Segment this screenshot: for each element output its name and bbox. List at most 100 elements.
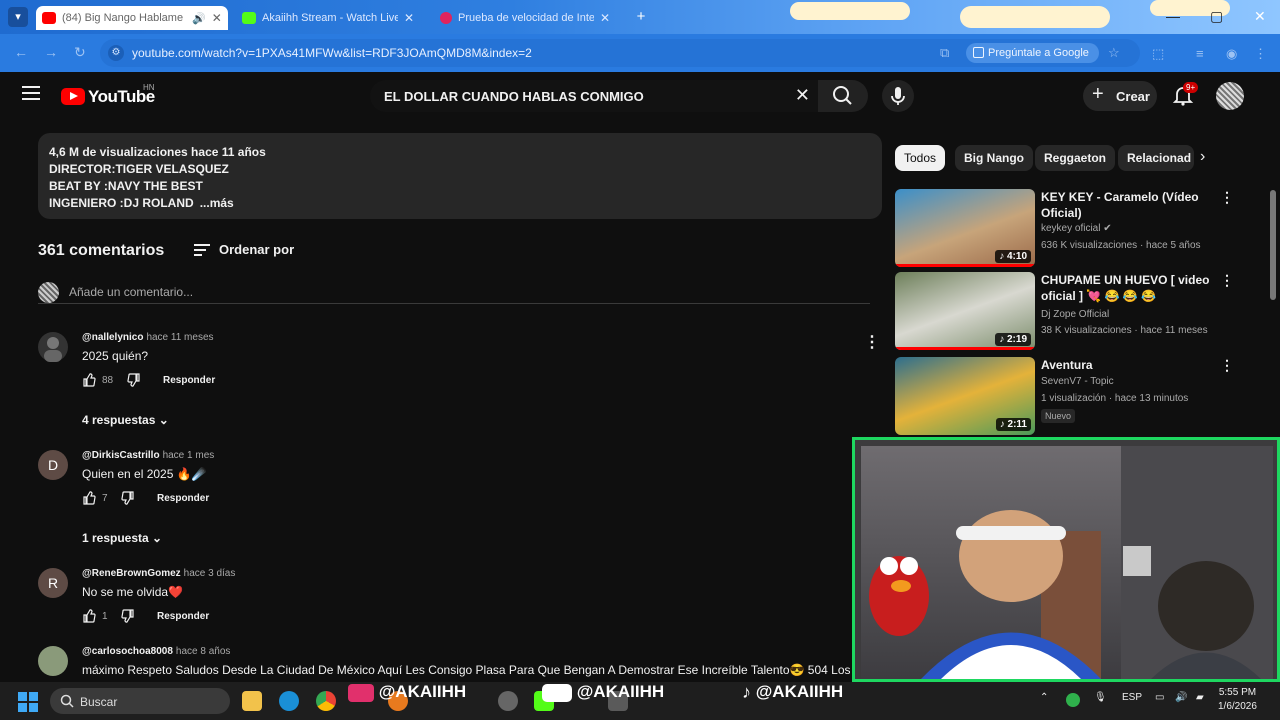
tab-speedtest[interactable]: Prueba de velocidad de Interne ✕ bbox=[434, 6, 626, 30]
chevron-right-icon[interactable]: › bbox=[1200, 148, 1205, 166]
youtube-logo-icon[interactable] bbox=[61, 88, 85, 105]
edge-icon[interactable] bbox=[279, 691, 299, 711]
tab-list-button[interactable]: ▾ bbox=[8, 7, 28, 27]
close-window-icon[interactable]: ✕ bbox=[1254, 8, 1266, 25]
ask-google-button[interactable]: Pregúntale a Google bbox=[966, 43, 1099, 63]
chip-reggaeton[interactable]: Reggaeton bbox=[1035, 145, 1116, 171]
reply-button[interactable]: Responder bbox=[157, 493, 209, 504]
site-info-icon[interactable]: ⚙ bbox=[108, 45, 124, 61]
comment-time[interactable]: hace 11 meses bbox=[146, 332, 213, 343]
video-thumbnail[interactable]: ♪ 2:19 bbox=[895, 272, 1035, 350]
watch-progress-bar bbox=[895, 347, 1035, 350]
video-thumbnail[interactable]: ♪ 2:11 bbox=[895, 357, 1035, 435]
channel-name[interactable]: keykey oficial ✔ bbox=[1041, 223, 1112, 234]
view-replies-button[interactable]: 4 respuestas ⌄ bbox=[82, 413, 169, 427]
microphone-icon[interactable]: 🎙 bbox=[1094, 692, 1107, 703]
dislike-icon[interactable] bbox=[127, 373, 141, 387]
comment-time[interactable]: hace 3 días bbox=[184, 568, 236, 579]
new-tab-button[interactable]: + bbox=[632, 8, 650, 26]
tray-app-icon[interactable] bbox=[1066, 693, 1080, 707]
comment-avatar[interactable] bbox=[38, 332, 68, 362]
account-avatar[interactable] bbox=[1216, 82, 1244, 110]
comment-more-icon[interactable]: ⋮ bbox=[864, 332, 880, 352]
comment-author[interactable]: @DirkisCastrillo bbox=[82, 450, 160, 461]
video-thumbnail[interactable]: ♪ 4:10 bbox=[895, 189, 1035, 267]
url-input[interactable]: ⚙ youtube.com/watch?v=1PXAs41MFWw&list=R… bbox=[100, 39, 1140, 67]
chip-big-nango[interactable]: Big Nango bbox=[955, 145, 1033, 171]
chip-todos[interactable]: Todos bbox=[895, 145, 946, 171]
recommendation-item[interactable]: ♪ 4:10 KEY KEY - Caramelo (Vídeo Oficial… bbox=[895, 189, 1234, 269]
language-indicator[interactable]: ESP bbox=[1122, 692, 1142, 703]
taskbar-search[interactable]: Buscar bbox=[50, 688, 230, 714]
tiktok-icon: ♪ bbox=[742, 682, 751, 703]
chip-relacionados[interactable]: Relacionad bbox=[1118, 145, 1194, 171]
recommendation-item[interactable]: ♪ 2:11 Aventura SevenV7 - Topic 1 visual… bbox=[895, 357, 1234, 437]
profile-icon[interactable]: ◉ bbox=[1226, 46, 1237, 62]
recommendation-item[interactable]: ♪ 2:19 CHUPAME UN HUEVO [ video oficial … bbox=[895, 272, 1234, 352]
comment-time[interactable]: hace 8 años bbox=[176, 646, 231, 657]
bookmark-star-icon[interactable]: ☆ bbox=[1108, 45, 1120, 61]
volume-icon[interactable]: 🔊 bbox=[1175, 692, 1187, 703]
video-more-icon[interactable]: ⋮ bbox=[1220, 272, 1234, 289]
video-title[interactable]: Aventura bbox=[1041, 357, 1211, 373]
add-comment-input[interactable]: Añade un comentario... bbox=[38, 282, 870, 304]
reading-list-icon[interactable]: ≡ bbox=[1196, 46, 1204, 61]
comment-avatar[interactable]: R bbox=[38, 568, 68, 598]
obs-icon[interactable] bbox=[498, 691, 518, 711]
install-icon[interactable]: ⧉ bbox=[940, 45, 949, 61]
webcam-scene bbox=[869, 446, 1273, 679]
minimize-icon[interactable]: — bbox=[1166, 8, 1180, 24]
show-more-link[interactable]: ...más bbox=[200, 196, 234, 210]
reply-button[interactable]: Responder bbox=[157, 611, 209, 622]
video-more-icon[interactable]: ⋮ bbox=[1220, 357, 1234, 374]
comment-author[interactable]: @ReneBrownGomez bbox=[82, 568, 181, 579]
comment-author[interactable]: @carlosochoa8008 bbox=[82, 646, 173, 657]
dislike-icon[interactable] bbox=[121, 491, 135, 505]
page-scrollbar[interactable] bbox=[1270, 190, 1276, 300]
search-button[interactable] bbox=[818, 80, 868, 112]
video-description[interactable]: 4,6 M de visualizaciones hace 11 años DI… bbox=[38, 133, 882, 219]
reply-button[interactable]: Responder bbox=[163, 375, 215, 386]
comment-avatar[interactable] bbox=[38, 646, 68, 676]
extensions-icon[interactable]: ⬚ bbox=[1152, 46, 1164, 62]
file-explorer-icon[interactable] bbox=[242, 691, 262, 711]
battery-icon[interactable]: ▰ bbox=[1196, 692, 1204, 703]
channel-name[interactable]: SevenV7 - Topic bbox=[1041, 376, 1114, 387]
tab-kick[interactable]: Akaiihh Stream - Watch Live on ✕ bbox=[236, 6, 428, 30]
close-tab-icon[interactable]: ✕ bbox=[404, 11, 414, 25]
video-title[interactable]: KEY KEY - Caramelo (Vídeo Oficial) bbox=[1041, 189, 1211, 221]
close-tab-icon[interactable]: ✕ bbox=[212, 11, 222, 25]
comment-avatar[interactable]: D bbox=[38, 450, 68, 480]
like-icon[interactable] bbox=[82, 609, 96, 623]
speedtest-favicon-icon bbox=[440, 12, 452, 24]
channel-name[interactable]: Dj Zope Official bbox=[1041, 309, 1109, 320]
chrome-icon[interactable] bbox=[316, 691, 336, 711]
comment-time[interactable]: hace 1 mes bbox=[163, 450, 215, 461]
network-icon[interactable]: ▭ bbox=[1155, 692, 1164, 703]
tab-youtube[interactable]: (84) Big Nango Hablame D 🔊 ✕ bbox=[36, 6, 228, 30]
maximize-icon[interactable]: ▢ bbox=[1210, 8, 1223, 25]
chevron-up-icon[interactable]: ⌃ bbox=[1040, 692, 1048, 703]
windows-start-icon[interactable] bbox=[18, 692, 38, 712]
hamburger-menu-icon[interactable] bbox=[22, 86, 40, 100]
search-input[interactable]: EL DOLLAR CUANDO HABLAS CONMIGO ✕ bbox=[370, 80, 818, 112]
back-icon[interactable]: ← bbox=[14, 44, 28, 60]
system-clock[interactable]: 5:55 PM 1/6/2026 bbox=[1218, 686, 1257, 714]
reload-icon[interactable]: ↻ bbox=[74, 44, 86, 61]
comment-author[interactable]: @nallelynico bbox=[82, 332, 143, 343]
video-title[interactable]: CHUPAME UN HUEVO [ video oficial ] 💘 😂 😂… bbox=[1041, 272, 1211, 304]
tab-title: Akaiihh Stream - Watch Live on bbox=[262, 12, 398, 24]
video-more-icon[interactable]: ⋮ bbox=[1220, 189, 1234, 206]
create-button[interactable]: + Crear bbox=[1083, 81, 1157, 111]
like-icon[interactable] bbox=[82, 491, 96, 505]
voice-search-button[interactable] bbox=[882, 80, 914, 112]
speaker-icon[interactable]: 🔊 bbox=[192, 12, 206, 25]
menu-icon[interactable]: ⋮ bbox=[1254, 46, 1267, 62]
forward-icon[interactable]: → bbox=[44, 44, 58, 60]
close-tab-icon[interactable]: ✕ bbox=[600, 11, 610, 25]
add-comment-placeholder: Añade un comentario... bbox=[69, 285, 194, 299]
view-replies-button[interactable]: 1 respuesta ⌄ bbox=[82, 531, 162, 545]
like-icon[interactable] bbox=[82, 373, 96, 387]
clear-search-icon[interactable]: ✕ bbox=[795, 85, 810, 106]
dislike-icon[interactable] bbox=[121, 609, 135, 623]
